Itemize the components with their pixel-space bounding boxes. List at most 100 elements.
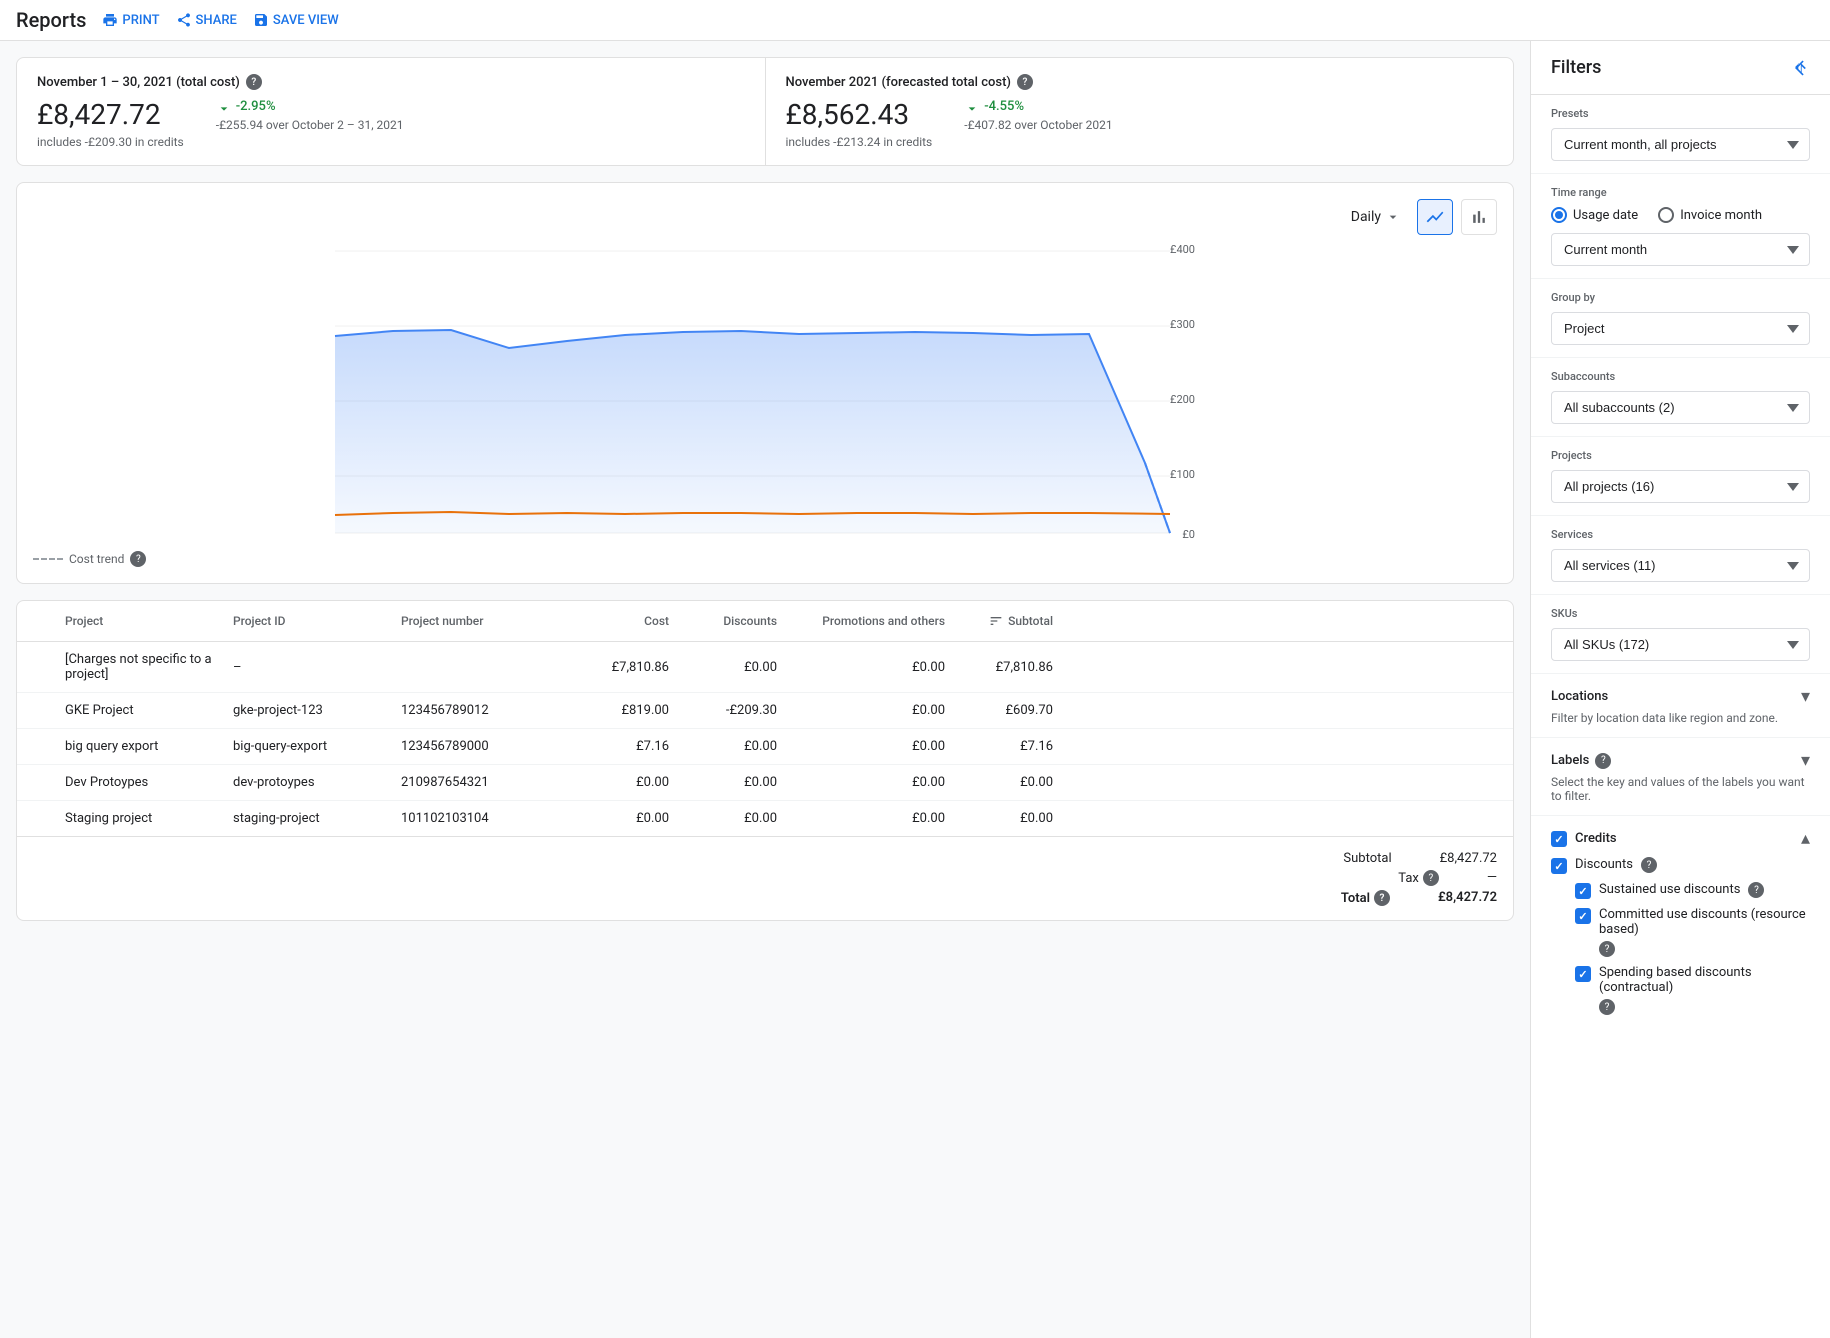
subtotal-row: Subtotal £8,427.72 xyxy=(33,849,1497,868)
labels-desc: Select the key and values of the labels … xyxy=(1551,775,1810,803)
committed-use-label: Committed use discounts (resource based) xyxy=(1599,907,1810,937)
credits-collapse-icon[interactable]: ▴ xyxy=(1801,828,1810,849)
row-project-number: 101102103104 xyxy=(401,811,561,826)
skus-label: SKUs xyxy=(1551,607,1810,620)
committed-use-row: Committed use discounts (resource based)… xyxy=(1575,907,1810,957)
row-project-id: staging-project xyxy=(233,811,393,826)
labels-help-icon[interactable]: ? xyxy=(1595,753,1611,769)
tax-value: — xyxy=(1487,870,1497,886)
skus-section: SKUs All SKUs (172) xyxy=(1531,595,1830,674)
bar-chart-button[interactable] xyxy=(1461,199,1497,235)
projects-select[interactable]: All projects (16) xyxy=(1551,470,1810,503)
actual-cost-help-icon[interactable]: ? xyxy=(246,74,262,90)
spending-based-label: Spending based discounts (contractual) xyxy=(1599,965,1810,995)
locations-section: Locations ▾ Filter by location data like… xyxy=(1531,674,1830,738)
discounts-help-icon[interactable]: ? xyxy=(1641,857,1657,873)
col-project-id-header: Project ID xyxy=(233,614,393,628)
sustained-use-help-icon[interactable]: ? xyxy=(1748,882,1764,898)
committed-use-checkbox[interactable] xyxy=(1575,908,1591,924)
filters-header: Filters xyxy=(1531,41,1830,95)
table-row: Dev Protoypes dev-protoypes 210987654321… xyxy=(17,765,1513,801)
save-view-button[interactable]: SAVE VIEW xyxy=(253,12,339,28)
locations-title: Locations xyxy=(1551,689,1608,704)
tax-help-icon[interactable]: ? xyxy=(1423,870,1439,886)
sort-icon[interactable] xyxy=(988,613,1004,629)
row-project-id: big-query-export xyxy=(233,739,393,754)
subaccounts-select[interactable]: All subaccounts (2) xyxy=(1551,391,1810,424)
usage-date-radio[interactable]: Usage date xyxy=(1551,207,1638,223)
row-promotions: £0.00 xyxy=(785,775,945,790)
group-by-select[interactable]: Project xyxy=(1551,312,1810,345)
filters-collapse-icon[interactable] xyxy=(1790,58,1810,78)
table-row: big query export big-query-export 123456… xyxy=(17,729,1513,765)
time-range-options: Usage date Invoice month xyxy=(1551,207,1810,223)
svg-text:£0: £0 xyxy=(1182,528,1195,541)
chart-controls: Daily xyxy=(33,199,1497,235)
share-button[interactable]: SHARE xyxy=(176,12,237,28)
tax-row: Tax ? — xyxy=(33,868,1497,888)
table-header: Project Project ID Project number Cost D… xyxy=(17,601,1513,642)
col-project-number-header: Project number xyxy=(401,614,561,628)
time-range-section: Time range Usage date Invoice month Curr… xyxy=(1531,174,1830,279)
row-discounts: £0.00 xyxy=(677,739,777,754)
total-help-icon[interactable]: ? xyxy=(1374,890,1390,906)
services-select[interactable]: All services (11) xyxy=(1551,549,1810,582)
svg-text:£300: £300 xyxy=(1170,318,1195,331)
cost-trend-help-icon[interactable]: ? xyxy=(130,551,146,567)
cost-trend-label: Cost trend xyxy=(69,552,124,566)
sustained-use-checkbox[interactable] xyxy=(1575,883,1591,899)
down-arrow-icon xyxy=(216,98,232,114)
chart-container: Daily £400 £300 £200 £100 £0 xyxy=(16,182,1514,584)
services-label: Services xyxy=(1551,528,1810,541)
table-row: GKE Project gke-project-123 123456789012… xyxy=(17,693,1513,729)
credits-header: Credits ▴ xyxy=(1551,828,1810,849)
row-project-number: 210987654321 xyxy=(401,775,561,790)
chart-svg: £400 £300 £200 £100 £0 xyxy=(33,243,1497,543)
chart-area: £400 £300 £200 £100 £0 xyxy=(33,243,1497,543)
svg-text:£400: £400 xyxy=(1170,243,1195,256)
locations-toggle[interactable]: Locations ▾ xyxy=(1551,686,1810,707)
credits-checkbox[interactable] xyxy=(1551,831,1567,847)
forecast-cost-title: November 2021 (forecasted total cost) xyxy=(786,75,1011,90)
discounts-checkbox[interactable] xyxy=(1551,858,1567,874)
time-range-label: Time range xyxy=(1551,186,1810,199)
spending-based-checkbox[interactable] xyxy=(1575,966,1591,982)
svg-text:£200: £200 xyxy=(1170,393,1195,406)
skus-select[interactable]: All SKUs (172) xyxy=(1551,628,1810,661)
col-subtotal-header: Subtotal xyxy=(1008,614,1053,628)
col-discounts-header: Discounts xyxy=(677,614,777,628)
save-icon xyxy=(253,12,269,28)
committed-use-help-icon[interactable]: ? xyxy=(1599,941,1615,957)
labels-toggle[interactable]: Labels ? ▾ xyxy=(1551,750,1810,771)
filters-title: Filters xyxy=(1551,57,1601,78)
line-chart-button[interactable] xyxy=(1417,199,1453,235)
summary-card-forecast: November 2021 (forecasted total cost) ? … xyxy=(765,58,1514,165)
credits-section: Credits ▴ Discounts ? Sustained use disc… xyxy=(1531,816,1830,1035)
discounts-row: Discounts ? xyxy=(1551,857,1810,874)
row-project: GKE Project xyxy=(65,703,225,718)
row-cost: £0.00 xyxy=(569,775,669,790)
trend-dash-line xyxy=(33,558,63,560)
print-button[interactable]: PRINT xyxy=(102,12,159,28)
row-promotions: £0.00 xyxy=(785,739,945,754)
forecast-cost-change: -4.55% xyxy=(964,98,1112,114)
discounts-label: Discounts xyxy=(1575,857,1633,872)
row-project-number: 123456789012 xyxy=(401,703,561,718)
presets-select[interactable]: Current month, all projects xyxy=(1551,128,1810,161)
actual-cost-change: -2.95% xyxy=(216,98,404,114)
row-subtotal: £0.00 xyxy=(953,811,1053,826)
row-subtotal: £609.70 xyxy=(953,703,1053,718)
subtotal-value: £8,427.72 xyxy=(1440,851,1497,866)
forecast-cost-help-icon[interactable]: ? xyxy=(1017,74,1033,90)
current-month-select[interactable]: Current month xyxy=(1551,233,1810,266)
row-cost: £7.16 xyxy=(569,739,669,754)
row-promotions: £0.00 xyxy=(785,703,945,718)
spending-based-help-icon[interactable]: ? xyxy=(1599,999,1615,1015)
projects-section: Projects All projects (16) xyxy=(1531,437,1830,516)
col-cost-header: Cost xyxy=(569,614,669,628)
invoice-month-radio[interactable]: Invoice month xyxy=(1658,207,1762,223)
group-by-section: Group by Project xyxy=(1531,279,1830,358)
services-section: Services All services (11) xyxy=(1531,516,1830,595)
daily-select[interactable]: Daily xyxy=(1343,203,1409,231)
row-project: big query export xyxy=(65,739,225,754)
